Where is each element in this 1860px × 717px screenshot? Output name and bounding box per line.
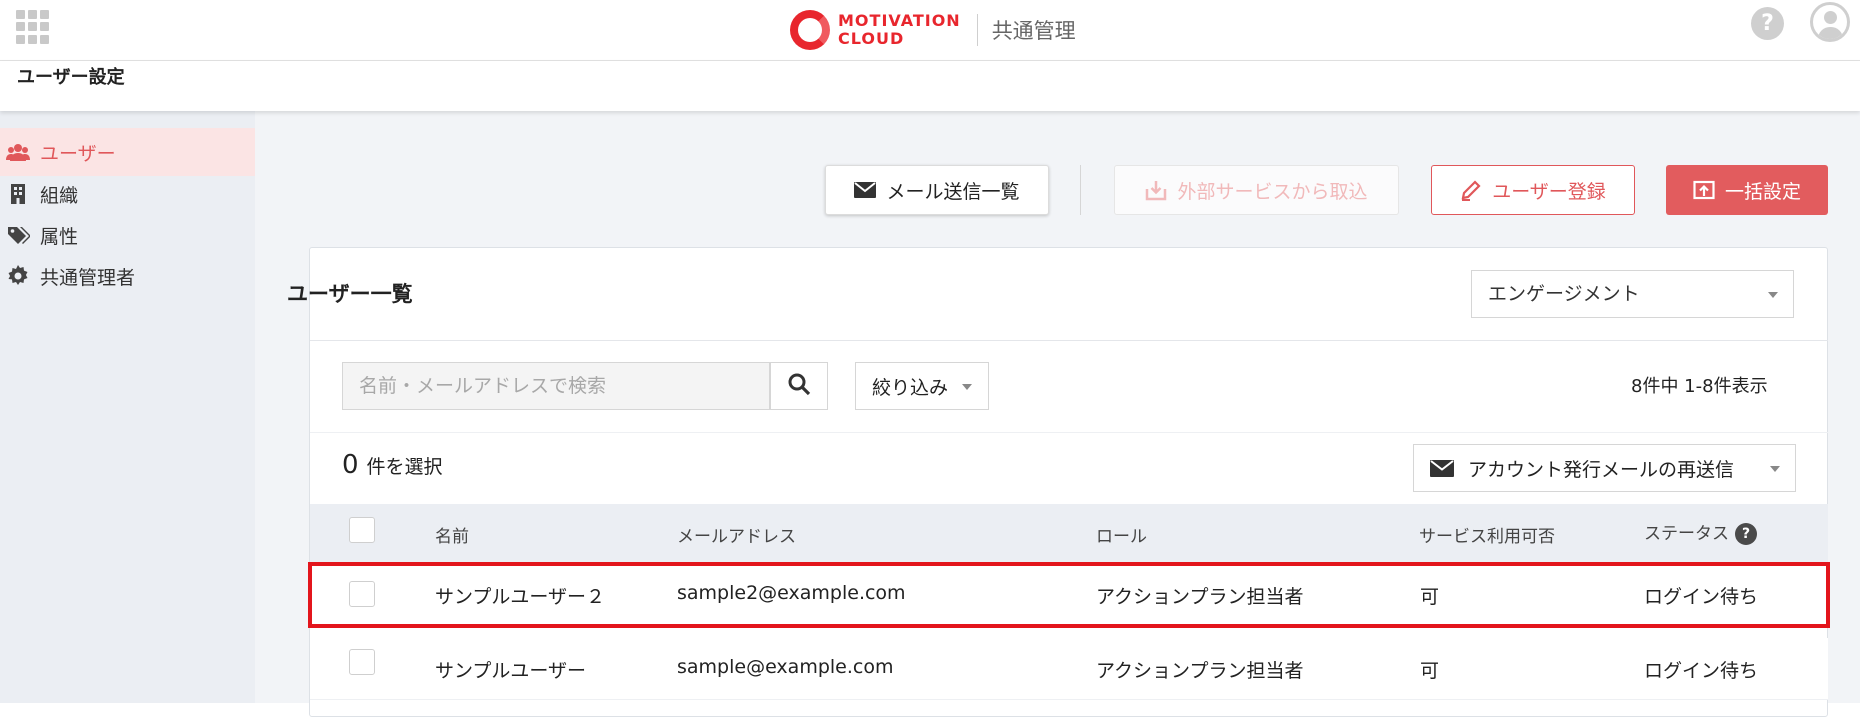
building-icon	[6, 182, 30, 206]
row-checkbox[interactable]	[349, 581, 375, 607]
resend-account-mail-label: アカウント発行メールの再送信	[1468, 458, 1735, 481]
column-header-status-label: ステータス	[1644, 524, 1729, 544]
brand-line-2: CLOUD	[838, 29, 905, 48]
cell-name: サンプルユーザー	[435, 660, 587, 682]
table-row[interactable]: サンプルユーザー sample@example.com アクションプラン担当者 …	[310, 638, 1828, 700]
selected-count-suffix: 件を選択	[366, 456, 443, 478]
search-button[interactable]	[770, 362, 828, 410]
bulk-settings-label: 一括設定	[1724, 180, 1801, 203]
sidebar: ユーザー 組織 属性 共通管理者	[0, 111, 255, 703]
sidebar-item-label: ユーザー	[40, 142, 116, 165]
envelope-icon	[1430, 459, 1454, 477]
cell-email: sample@example.com	[677, 656, 894, 678]
panel-divider	[310, 340, 1828, 341]
sidebar-item-label: 属性	[40, 225, 79, 248]
table-row[interactable]: サンプルユーザー２ sample2@example.com アクションプラン担当…	[308, 562, 1830, 628]
panel-divider	[310, 432, 1828, 433]
register-user-button[interactable]: ユーザー登録	[1431, 165, 1635, 215]
toolbar-divider	[1080, 165, 1081, 215]
page-title: ユーザー設定	[17, 67, 125, 88]
result-count: 8件中 1-8件表示	[1631, 376, 1768, 397]
brand-divider	[976, 14, 978, 46]
sidebar-item-label: 組織	[40, 184, 79, 207]
chevron-down-icon	[1768, 292, 1778, 298]
user-avatar-icon[interactable]	[1810, 2, 1850, 42]
service-select-value: エンゲージメント	[1488, 283, 1640, 305]
cell-service: 可	[1420, 586, 1440, 608]
row-checkbox[interactable]	[349, 649, 375, 675]
mail-list-button[interactable]: メール送信一覧	[825, 165, 1049, 215]
pencil-icon	[1460, 179, 1482, 201]
filter-dropdown[interactable]: 絞り込み	[855, 362, 989, 410]
column-header-service: サービス利用可否	[1419, 527, 1555, 547]
motivation-cloud-logo-icon	[790, 10, 830, 50]
upload-icon	[1693, 179, 1715, 201]
panel-title: ユーザー一覧	[287, 282, 413, 306]
selected-count-number: 0	[342, 450, 359, 480]
tags-icon	[6, 223, 31, 247]
column-header-name: 名前	[435, 527, 469, 547]
cell-role: アクションプラン担当者	[1096, 586, 1304, 608]
envelope-icon	[854, 182, 877, 198]
cell-status: ログイン待ち	[1644, 660, 1759, 682]
cell-role: アクションプラン担当者	[1096, 660, 1304, 682]
chevron-down-icon	[962, 384, 972, 390]
apps-grid-icon[interactable]	[16, 10, 50, 44]
mail-list-label: メール送信一覧	[886, 180, 1020, 203]
column-header-email: メールアドレス	[677, 527, 796, 547]
top-bar: MOTIVATION CLOUD 共通管理 ?	[0, 0, 1860, 61]
sidebar-item-label: 共通管理者	[40, 266, 136, 289]
resend-account-mail-button[interactable]: アカウント発行メールの再送信	[1413, 444, 1796, 492]
download-icon	[1145, 179, 1167, 201]
brand-wordmark: MOTIVATION CLOUD	[838, 12, 961, 48]
column-header-status: ステータス?	[1644, 519, 1757, 545]
cell-status: ログイン待ち	[1644, 586, 1759, 608]
gear-icon	[6, 264, 30, 288]
import-external-button[interactable]: 外部サービスから取込	[1114, 165, 1399, 215]
cell-email: sample2@example.com	[677, 582, 906, 604]
search-icon	[787, 372, 811, 400]
product-name: 共通管理	[991, 19, 1076, 43]
column-header-role: ロール	[1096, 527, 1147, 547]
cell-service: 可	[1420, 660, 1440, 682]
filter-label: 絞り込み	[872, 377, 949, 399]
sidebar-item-common-admins[interactable]: 共通管理者	[0, 252, 255, 300]
sidebar-item-users[interactable]: ユーザー	[0, 128, 255, 176]
chevron-down-icon	[1770, 466, 1780, 472]
register-user-label: ユーザー登録	[1492, 180, 1606, 203]
search-input[interactable]	[342, 362, 770, 410]
bulk-settings-button[interactable]: 一括設定	[1666, 165, 1828, 215]
brand-line-1: MOTIVATION	[838, 11, 961, 30]
users-icon	[6, 140, 30, 164]
service-select[interactable]: エンゲージメント	[1471, 270, 1794, 318]
page-header: ユーザー設定	[0, 61, 1860, 111]
import-external-label: 外部サービスから取込	[1177, 180, 1368, 203]
select-all-checkbox[interactable]	[349, 517, 375, 543]
help-icon[interactable]: ?	[1751, 7, 1784, 40]
brand-logo[interactable]: MOTIVATION CLOUD 共通管理	[790, 6, 1076, 54]
cell-name: サンプルユーザー２	[435, 586, 606, 608]
selected-count: 0 件を選択	[342, 450, 443, 480]
help-icon[interactable]: ?	[1735, 523, 1757, 545]
table-header: 名前 メールアドレス ロール サービス利用可否 ステータス?	[310, 504, 1828, 564]
